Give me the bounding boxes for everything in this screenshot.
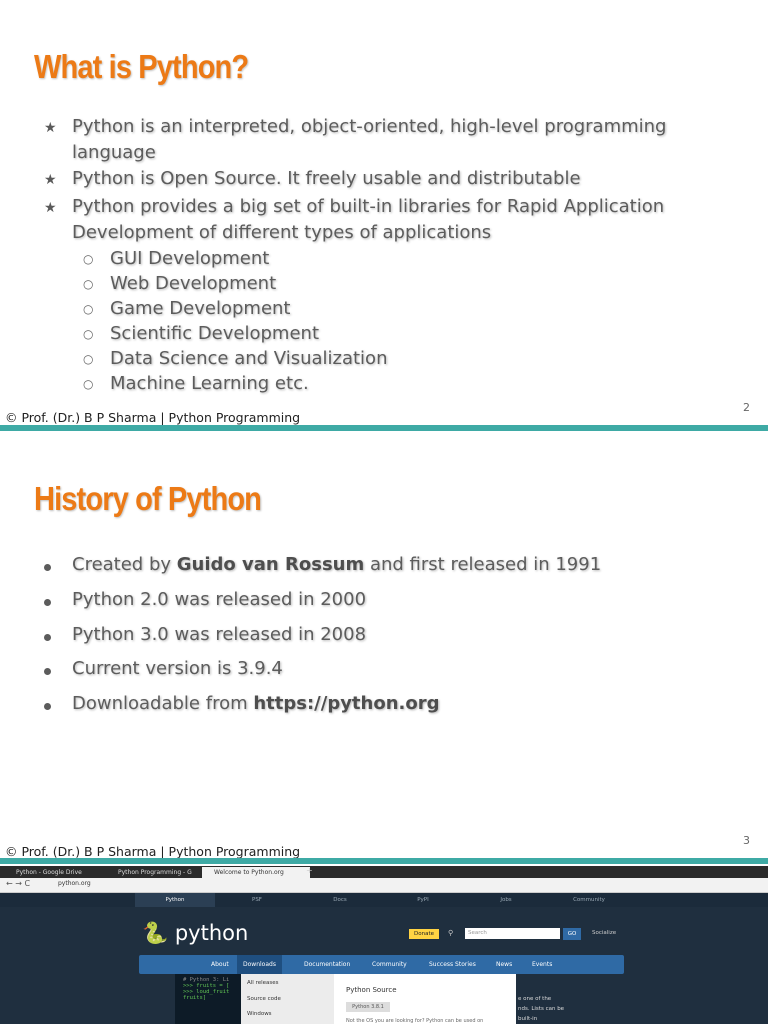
bullet-text: Python is Open Source. It freely usable … <box>72 168 581 189</box>
circle-bullet-icon: ○ <box>83 352 94 366</box>
browser-tab[interactable]: Python Programming - G <box>106 867 208 878</box>
topnav-community[interactable]: Community <box>549 893 629 907</box>
downloads-dropdown: All releases Source code Windows <box>241 974 334 1024</box>
sub-bullet-text: Game Development <box>110 298 291 319</box>
bullet-dot-icon <box>44 599 51 606</box>
intro-line: built-in <box>518 1016 538 1022</box>
bullet-text: Python provides a big set of built-in li… <box>72 196 665 217</box>
browser-tab[interactable]: Python - Google Drive <box>4 867 112 878</box>
bullet-text: Current version is 3.9.4 <box>72 658 283 679</box>
bullet-text: Python 3.0 was released in 2008 <box>72 624 367 645</box>
circle-bullet-icon: ○ <box>83 327 94 341</box>
menu-events[interactable]: Events <box>532 955 552 974</box>
menu-community[interactable]: Community <box>372 955 407 974</box>
browser-tab-active[interactable]: Welcome to Python.org <box>202 867 310 878</box>
page-number: 2 <box>743 401 750 414</box>
dropdown-item[interactable]: Source code <box>241 986 334 1002</box>
circle-bullet-icon: ○ <box>83 302 94 316</box>
sub-bullet-text: GUI Development <box>110 248 270 269</box>
go-button[interactable]: GO <box>563 928 581 940</box>
browser-tab-bar: Python - Google Drive Python Programming… <box>0 866 768 878</box>
slide-divider <box>0 425 768 431</box>
topnav-pypi[interactable]: PyPI <box>383 893 463 907</box>
code-sample: # Python 3: Li >>> fruits = [ >>> loud_f… <box>175 974 241 1024</box>
code-line: fruits] <box>183 995 207 1001</box>
circle-bullet-icon: ○ <box>83 277 94 291</box>
popup-text: Not the OS you are looking for? Python c… <box>346 1018 484 1024</box>
bullet-dot-icon <box>44 668 51 675</box>
new-tab-icon[interactable]: + <box>306 866 313 875</box>
page-number: 3 <box>743 834 750 847</box>
topnav-jobs[interactable]: Jobs <box>466 893 546 907</box>
dropdown-item[interactable]: Windows <box>241 1002 334 1017</box>
address-bar: ← → C python.org <box>0 878 768 893</box>
footer-text: © Prof. (Dr.) B P Sharma | Python Progra… <box>5 410 301 425</box>
footer-text: © Prof. (Dr.) B P Sharma | Python Progra… <box>5 844 301 859</box>
slide-what-is-python: What is Python? ★ Python is an interpret… <box>0 0 768 430</box>
bullet-text: Python is an interpreted, object-oriente… <box>72 116 667 137</box>
search-icon: ⚲ <box>448 929 454 937</box>
slide-history-of-python: History of Python Created by Guido van R… <box>0 432 768 862</box>
menu-downloads[interactable]: Downloads <box>237 955 282 974</box>
search-input[interactable]: Search <box>465 928 560 939</box>
donate-button[interactable]: Donate <box>409 929 439 939</box>
download-button[interactable]: Python 3.8.1 <box>346 1002 390 1012</box>
circle-bullet-icon: ○ <box>83 252 94 266</box>
slide-divider <box>0 858 768 864</box>
bullet-text: Python 2.0 was released in 2000 <box>72 589 367 610</box>
intro-text: e one of the nds. Lists can be built-in <box>518 994 564 1024</box>
url-text[interactable]: python.org <box>58 880 91 887</box>
dropdown-item[interactable]: All releases <box>241 974 334 986</box>
sub-bullet-text: Machine Learning etc. <box>110 373 309 394</box>
sub-bullet-text: Scientific Development <box>110 323 319 344</box>
menu-documentation[interactable]: Documentation <box>304 955 350 974</box>
bullet-text: Development of different types of applic… <box>72 222 492 243</box>
star-bullet-icon: ★ <box>44 120 57 136</box>
slide-title: What is Python? <box>34 48 249 85</box>
sub-bullet-text: Data Science and Visualization <box>110 348 388 369</box>
intro-line: nds. Lists can be <box>518 1006 565 1012</box>
code-line: # Python 3: Li <box>183 977 230 983</box>
star-bullet-icon: ★ <box>44 172 57 188</box>
intro-line: e one of the <box>518 996 552 1002</box>
slide-title: History of Python <box>34 480 262 517</box>
star-bullet-icon: ★ <box>44 200 57 216</box>
bullet-text: language <box>72 142 156 163</box>
python-source-popup: Python Source Python 3.8.1 Not the OS yo… <box>334 974 516 1024</box>
python-org-screenshot: Python - Google Drive Python Programming… <box>0 866 768 1024</box>
menu-success-stories[interactable]: Success Stories <box>429 955 476 974</box>
menu-about[interactable]: About <box>211 955 229 974</box>
bullet-text: Downloadable from https://python.org <box>72 693 440 714</box>
python-top-nav: Python PSF Docs PyPI Jobs Community <box>0 893 768 907</box>
circle-bullet-icon: ○ <box>83 377 94 391</box>
popup-title: Python Source <box>346 986 397 994</box>
menu-news[interactable]: News <box>496 955 512 974</box>
topnav-docs[interactable]: Docs <box>300 893 380 907</box>
python-logo[interactable]: 🐍 python <box>142 921 248 946</box>
topnav-python[interactable]: Python <box>135 893 215 907</box>
back-forward-icon[interactable]: ← → C <box>6 879 30 888</box>
bullet-dot-icon <box>44 564 51 571</box>
main-menu: About Downloads Documentation Community … <box>139 955 624 974</box>
topnav-psf[interactable]: PSF <box>217 893 297 907</box>
socialize-link[interactable]: Socialize <box>592 930 616 936</box>
bullet-dot-icon <box>44 703 51 710</box>
sub-bullet-text: Web Development <box>110 273 277 294</box>
bullet-text: Created by Guido van Rossum and first re… <box>72 554 602 575</box>
bullet-dot-icon <box>44 634 51 641</box>
